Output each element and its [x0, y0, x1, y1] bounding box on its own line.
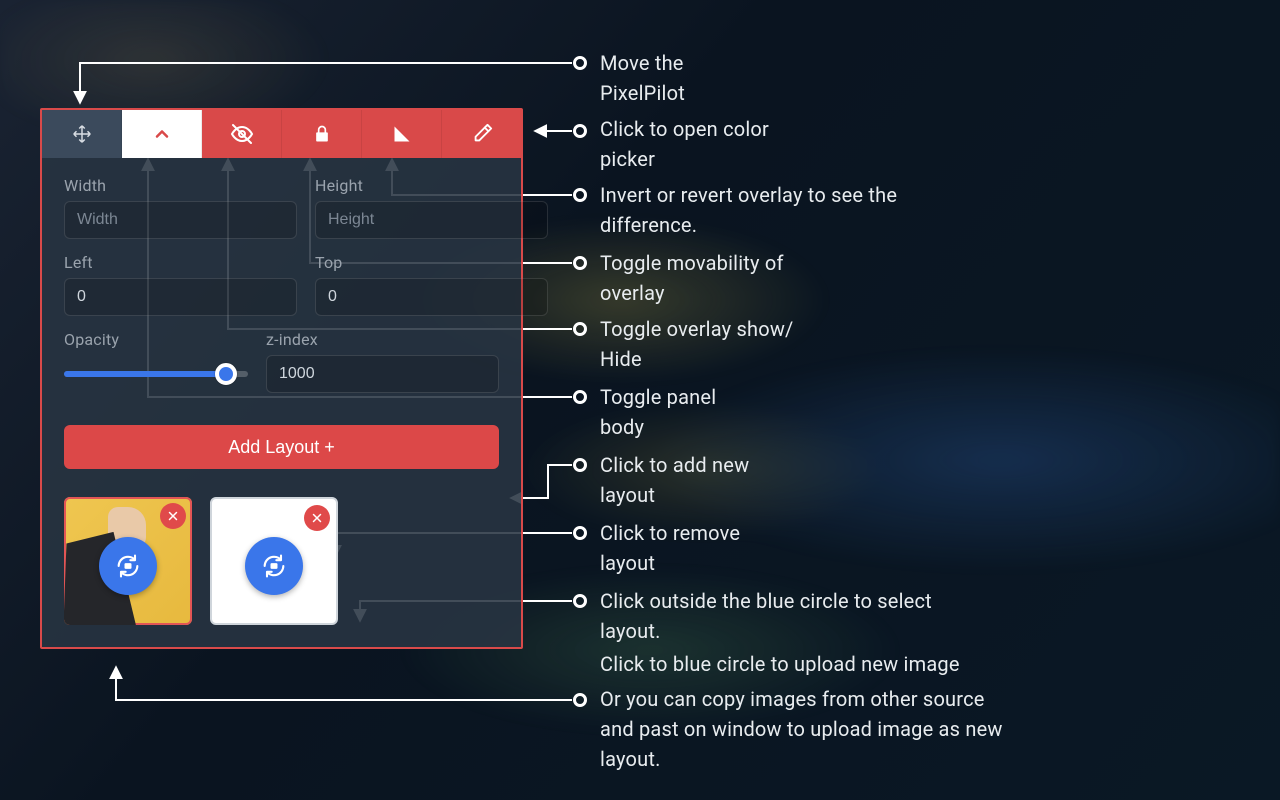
anno-dot — [573, 188, 587, 202]
anno-select-text: Click outside the blue circle to select … — [600, 586, 932, 646]
anno-upload-text: Click to blue circle to upload new image — [600, 649, 960, 679]
opacity-label: Opacity — [64, 330, 248, 349]
invert-toggle[interactable] — [362, 110, 442, 158]
left-label: Left — [64, 253, 297, 272]
eyedropper-icon — [471, 123, 493, 145]
move-icon — [71, 123, 93, 145]
close-icon — [311, 512, 323, 524]
anno-dot — [573, 390, 587, 404]
color-picker-button[interactable] — [442, 110, 521, 158]
close-icon — [167, 510, 179, 522]
visibility-toggle[interactable] — [202, 110, 282, 158]
anno-remove-text: Click to remove layout — [600, 518, 740, 578]
layout-card[interactable] — [210, 497, 338, 625]
remove-layout-button[interactable] — [160, 503, 186, 529]
remove-layout-button[interactable] — [304, 505, 330, 531]
left-input[interactable] — [64, 278, 297, 316]
anno-dot — [573, 526, 587, 540]
upload-image-button[interactable] — [245, 537, 303, 595]
anno-visibility-text: Toggle overlay show/ Hide — [600, 314, 794, 374]
top-label: Top — [315, 253, 548, 272]
width-label: Width — [64, 176, 297, 195]
anno-dot — [573, 322, 587, 336]
camera-sync-icon — [114, 552, 142, 580]
width-input[interactable] — [64, 201, 297, 239]
opacity-slider[interactable] — [64, 355, 248, 393]
layout-card[interactable] — [64, 497, 192, 625]
anno-dot — [573, 693, 587, 707]
anno-dot — [573, 458, 587, 472]
layout-thumbnails — [64, 497, 499, 625]
anno-lock-text: Toggle movability of overlay — [600, 248, 784, 308]
anno-dot — [573, 256, 587, 270]
height-input[interactable] — [315, 201, 548, 239]
collapse-toggle[interactable] — [122, 110, 202, 158]
chevron-up-icon — [152, 124, 172, 144]
pixelpilot-panel: Width Height Left Top Opacity — [40, 108, 523, 649]
add-layout-button[interactable]: Add Layout + — [64, 425, 499, 469]
anno-picker-text: Click to open color picker — [600, 114, 769, 174]
zindex-input[interactable] — [266, 355, 499, 393]
camera-sync-icon — [260, 552, 288, 580]
invert-icon — [392, 124, 412, 144]
anno-invert-text: Invert or revert overlay to see the diff… — [600, 180, 897, 240]
anno-dot — [573, 56, 587, 70]
toolbar — [42, 110, 521, 158]
movability-toggle[interactable] — [282, 110, 362, 158]
anno-move-text: Move the PixelPilot — [600, 48, 685, 108]
anno-add-text: Click to add new layout — [600, 450, 749, 510]
anno-dot — [573, 124, 587, 138]
anno-dot — [573, 594, 587, 608]
top-input[interactable] — [315, 278, 548, 316]
anno-paste-text: Or you can copy images from other source… — [600, 684, 1003, 774]
move-handle[interactable] — [42, 110, 122, 158]
anno-collapse-text: Toggle panel body — [600, 382, 716, 442]
zindex-label: z-index — [266, 330, 499, 349]
upload-image-button[interactable] — [99, 537, 157, 595]
height-label: Height — [315, 176, 548, 195]
panel-body: Width Height Left Top Opacity — [42, 158, 521, 647]
lock-icon — [312, 124, 332, 144]
eye-slash-icon — [230, 122, 254, 146]
